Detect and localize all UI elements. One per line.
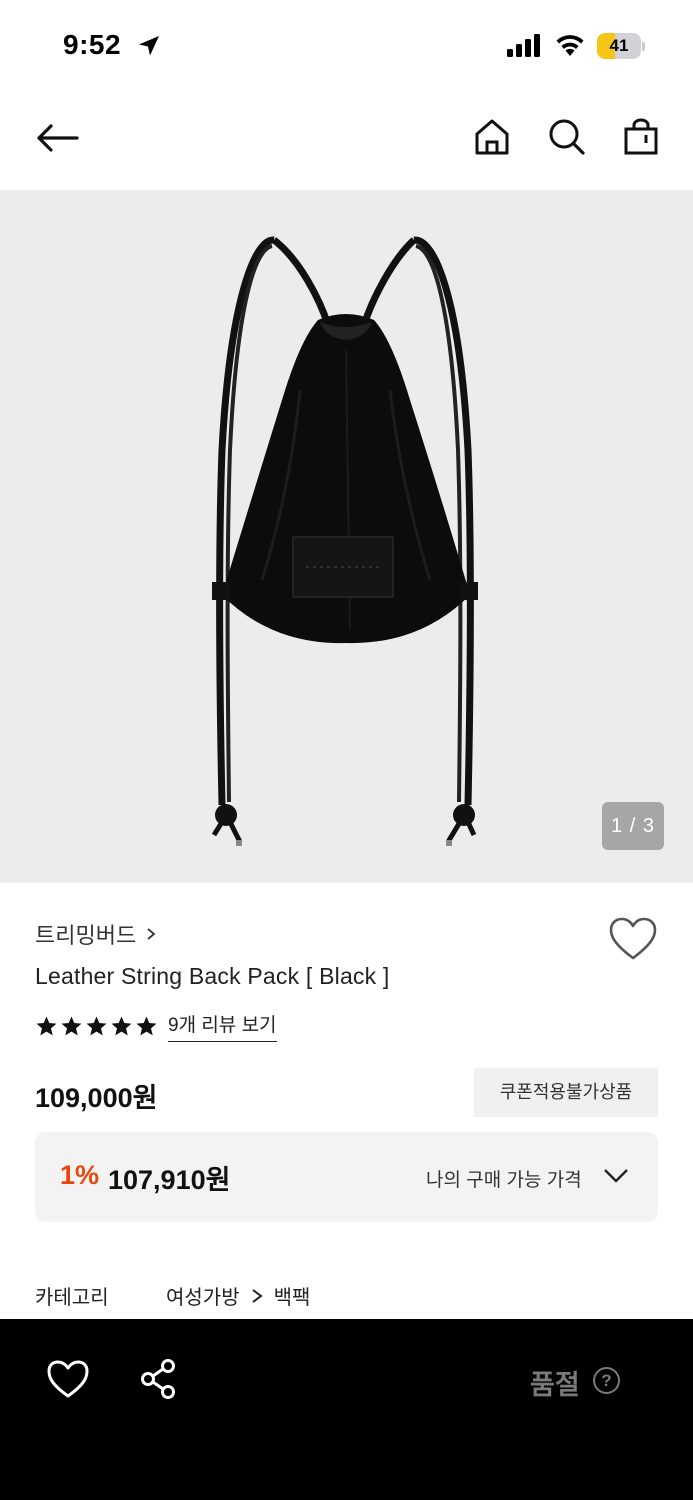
- battery-level: 41: [609, 36, 629, 55]
- star-icon: [86, 1015, 107, 1035]
- coupon-badge: 쿠폰적용불가상품: [474, 1068, 658, 1117]
- category-link-backpack[interactable]: 백팩: [274, 1281, 311, 1310]
- location-arrow-icon: [139, 36, 159, 56]
- original-price: 109,000원: [35, 1083, 158, 1113]
- signal-icon: [507, 34, 540, 57]
- battery-icon: 41: [597, 33, 645, 59]
- shopping-bag-icon: [624, 118, 658, 155]
- wishlist-heart-icon[interactable]: [608, 916, 658, 962]
- my-price: 107,910원: [108, 1165, 231, 1195]
- product-name: Leather String Back Pack [ Black ]: [35, 963, 390, 989]
- category-row: 카테고리 여성가방 백팩: [35, 1281, 310, 1310]
- back-button[interactable]: [34, 115, 80, 161]
- status-time: 9:52: [63, 29, 122, 60]
- star-icon: [136, 1015, 157, 1035]
- chevron-down-icon: [604, 1169, 628, 1183]
- rating-row: 9개 리뷰 보기: [35, 1010, 277, 1042]
- star-icon: [111, 1015, 132, 1035]
- soldout-label: 품절: [530, 1370, 580, 1400]
- product-image-gallery[interactable]: 1 / 3: [0, 190, 693, 883]
- rating-stars: [35, 1015, 158, 1038]
- top-navigation: [0, 92, 693, 190]
- home-icon: [475, 119, 509, 155]
- search-button[interactable]: [544, 114, 590, 160]
- wifi-icon: [556, 35, 584, 56]
- search-icon: [549, 119, 585, 155]
- my-price-dropdown[interactable]: 1% 107,910원 나의 구매 가능 가격: [35, 1132, 658, 1222]
- review-link[interactable]: 9개 리뷰 보기: [168, 1010, 277, 1042]
- product-image: [211, 236, 478, 846]
- bottom-action-bar: 품절 ?: [0, 1319, 693, 1500]
- brand-link[interactable]: 트리밍버드: [35, 918, 158, 950]
- category-link-women-bag[interactable]: 여성가방: [166, 1281, 240, 1310]
- my-price-label: 나의 구매 가능 가격: [426, 1170, 582, 1191]
- home-button[interactable]: [469, 114, 515, 160]
- chevron-right-icon: [252, 1288, 263, 1303]
- star-icon: [61, 1015, 82, 1035]
- status-bar: 9:52 41: [0, 0, 693, 92]
- shopping-bag-button[interactable]: [618, 114, 664, 160]
- back-arrow-icon: [37, 124, 79, 152]
- image-counter: 1 / 3: [602, 802, 664, 850]
- star-icon: [36, 1015, 57, 1035]
- heart-outline-icon[interactable]: [46, 1359, 90, 1399]
- category-label: 카테고리: [35, 1287, 109, 1309]
- share-icon[interactable]: [137, 1357, 181, 1401]
- brand-name: 트리밍버드: [35, 923, 137, 948]
- help-icon[interactable]: ?: [593, 1367, 620, 1394]
- chevron-right-icon: [147, 928, 156, 940]
- discount-rate: 1%: [60, 1160, 100, 1190]
